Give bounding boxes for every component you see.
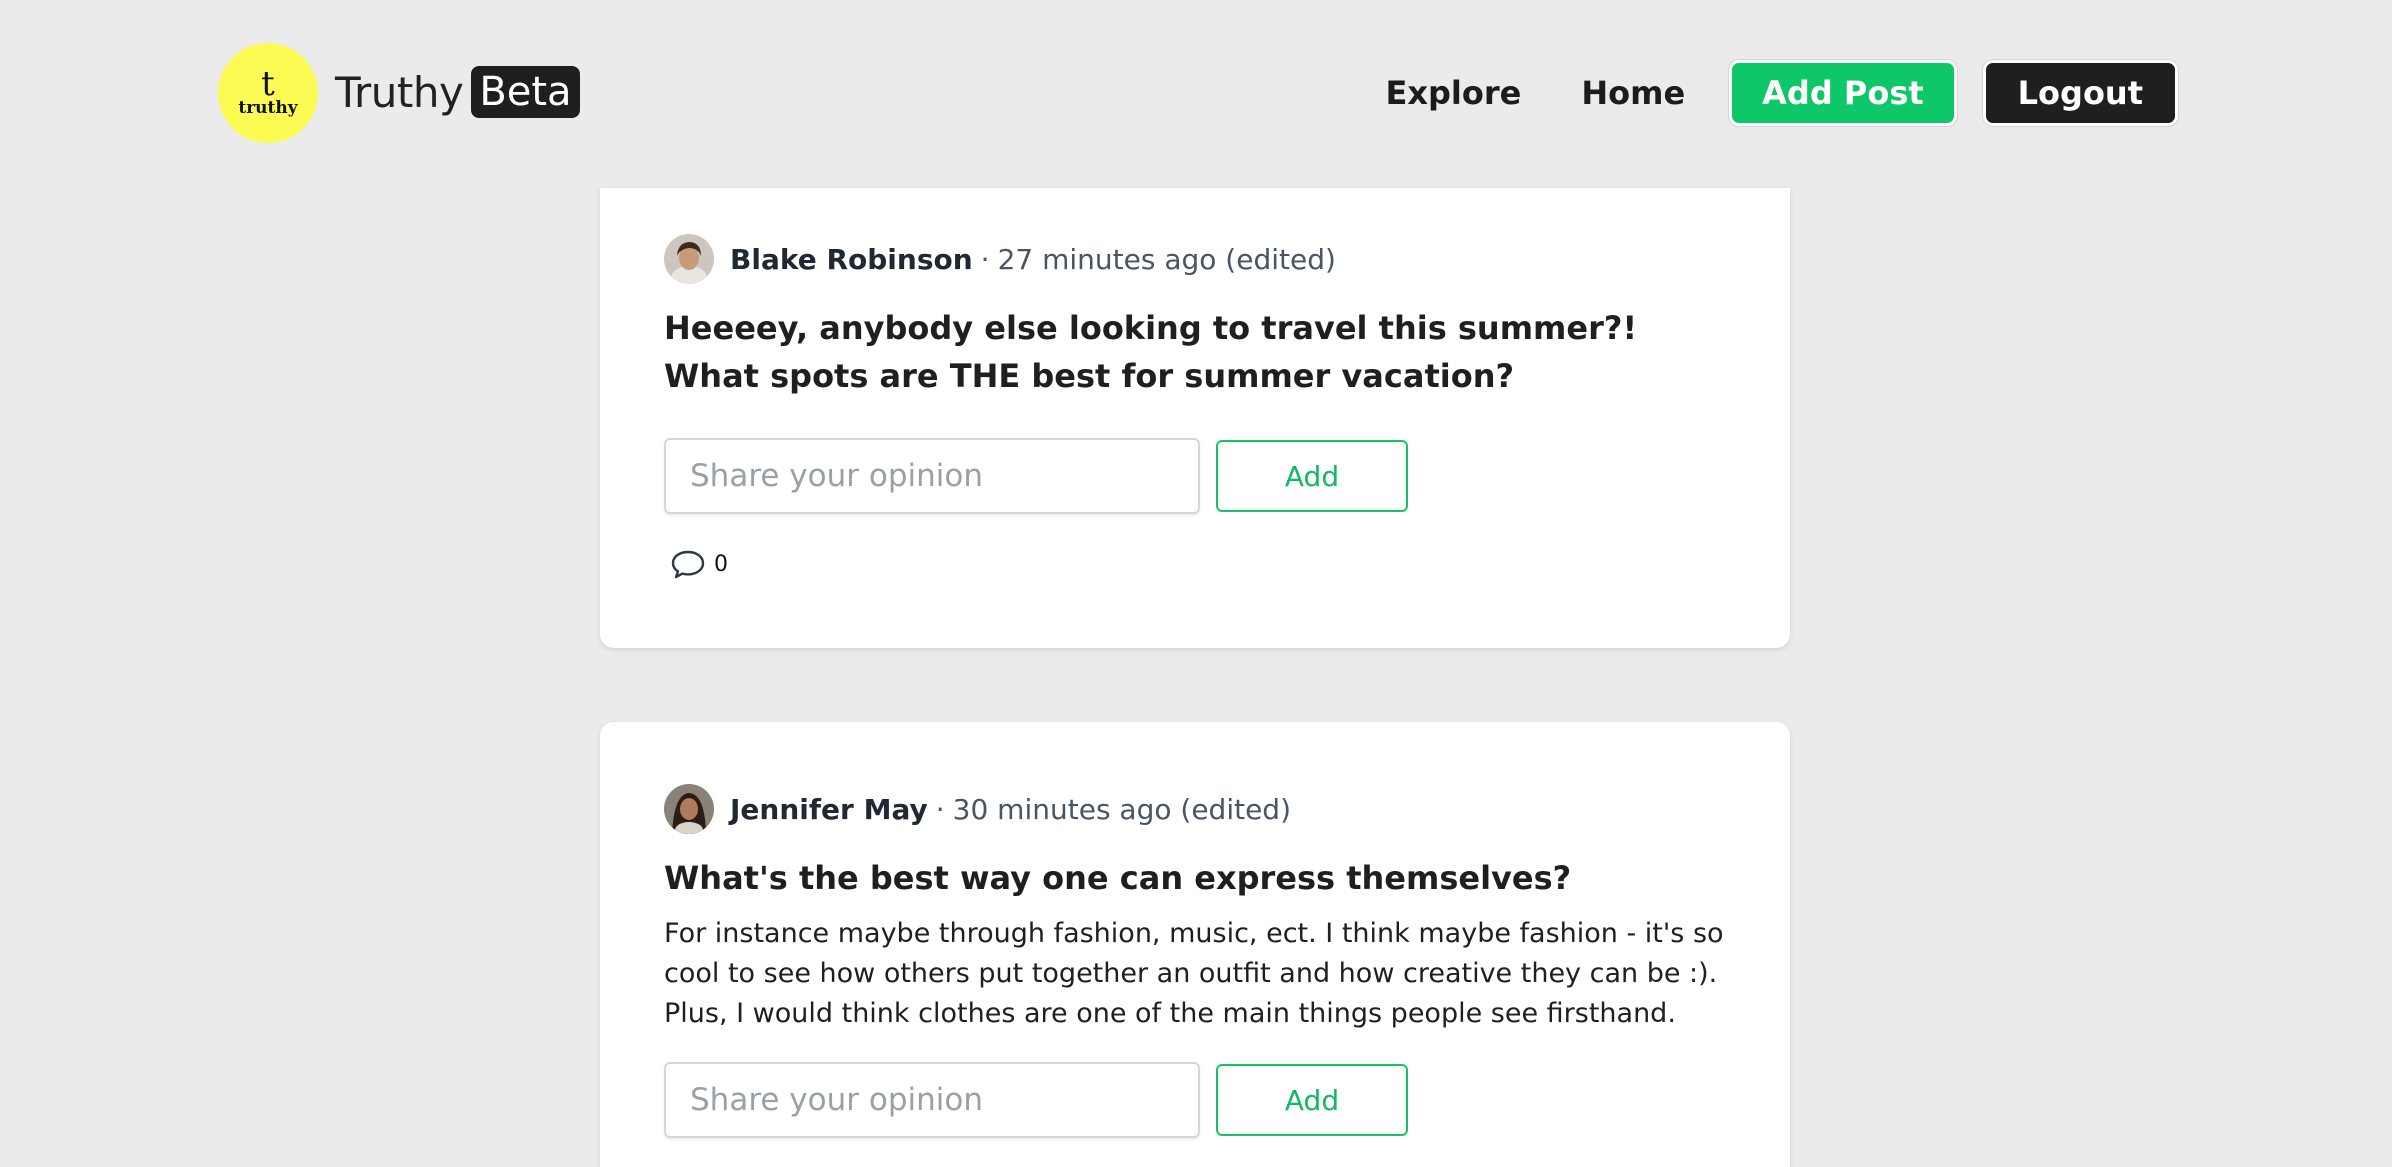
add-opinion-button[interactable]: Add [1216,440,1408,512]
post-title: Heeeey, anybody else looking to travel t… [664,309,1638,395]
meta-separator: · [935,792,945,826]
post-card: Jennifer May · 30 minutes ago (edited) W… [600,722,1790,1167]
opinion-row: Add [664,438,1726,514]
meta-separator: · [980,242,990,276]
brand-name: Truthy [335,67,464,117]
post-meta: Jennifer May · 30 minutes ago (edited) [664,784,1726,834]
comments-toggle[interactable]: 0 [664,544,1726,584]
post-timestamp: 27 minutes ago (edited) [997,242,1336,276]
logo-letter: t [261,64,275,104]
comment-count: 0 [714,551,728,577]
top-navigation-bar: t truthy Truthy Beta Explore Home Add Po… [0,0,2392,190]
author-name[interactable]: Jennifer May [730,793,928,826]
logout-button[interactable]: Logout [1981,59,2180,127]
logo-word: truthy [238,98,298,118]
beta-badge: Beta [471,66,580,118]
author-avatar[interactable] [664,784,714,834]
add-post-button[interactable]: Add Post [1728,59,1958,127]
post-timestamp: 30 minutes ago (edited) [952,792,1291,826]
opinion-input[interactable] [664,1062,1200,1138]
nav-home-link[interactable]: Home [1561,60,1705,126]
post-title: What's the best way one can express them… [664,859,1572,897]
brand: Truthy Beta [335,64,580,120]
add-opinion-button[interactable]: Add [1216,1064,1408,1136]
page: t truthy Truthy Beta Explore Home Add Po… [0,0,2392,1167]
nav-explore-link[interactable]: Explore [1366,60,1542,126]
author-avatar[interactable] [664,234,714,284]
nav-menu: Explore Home Add Post Logout [1346,59,2180,127]
post-card: Blake Robinson · 27 minutes ago (edited)… [600,188,1790,648]
truthy-logo[interactable]: t truthy [218,43,318,143]
opinion-row: Add [664,1062,1726,1138]
speech-bubble-icon [671,550,705,579]
post-body: For instance maybe through fashion, musi… [664,918,1724,1029]
post-meta: Blake Robinson · 27 minutes ago (edited) [664,234,1726,284]
author-name[interactable]: Blake Robinson [730,243,973,276]
opinion-input[interactable] [664,438,1200,514]
